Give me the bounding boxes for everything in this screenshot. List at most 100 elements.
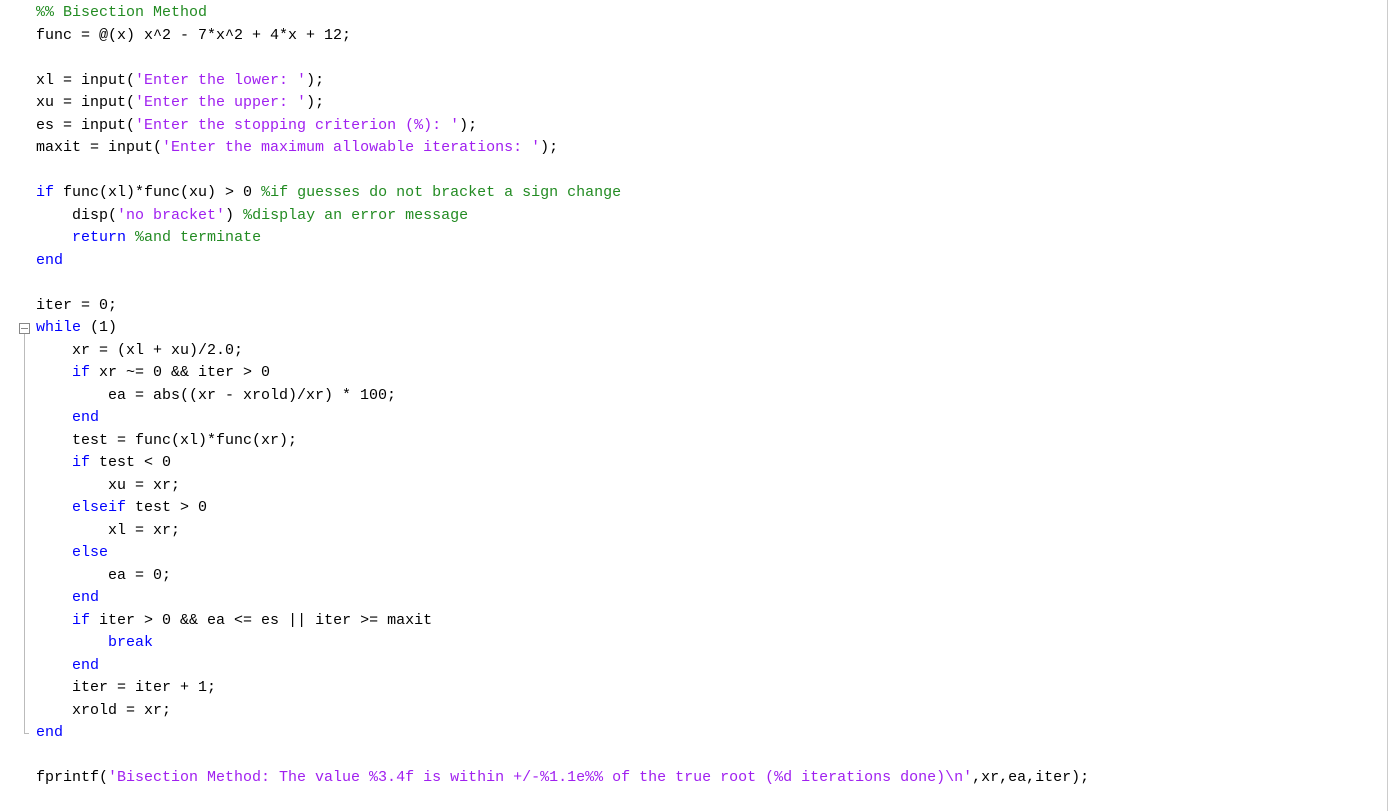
code-line[interactable]: xr = (xl + xu)/2.0;: [36, 340, 1387, 363]
code-token: [36, 589, 72, 606]
code-token: xrold = xr;: [36, 702, 171, 719]
code-token: ea = 0;: [36, 567, 171, 584]
code-token: es = input(: [36, 117, 135, 134]
code-editor[interactable]: %% Bisection Method func = @(x) x^2 - 7*x…: [32, 0, 1388, 811]
code-token: [36, 409, 72, 426]
code-line[interactable]: xu = input('Enter the upper: ');: [36, 92, 1387, 115]
code-line[interactable]: end: [36, 587, 1387, 610]
code-token: [36, 274, 45, 291]
code-token: [36, 747, 45, 764]
code-token: 'no bracket': [117, 207, 225, 224]
code-line[interactable]: [36, 745, 1387, 768]
fold-gutter: [0, 0, 32, 811]
code-token: xr ~= 0 && iter > 0: [90, 364, 270, 381]
code-line[interactable]: end: [36, 250, 1387, 273]
code-token: );: [306, 94, 324, 111]
code-line[interactable]: xl = input('Enter the lower: ');: [36, 70, 1387, 93]
code-line[interactable]: fprintf('Bisection Method: The value %3.…: [36, 767, 1387, 790]
code-line[interactable]: while (1): [36, 317, 1387, 340]
code-token: break: [108, 634, 153, 651]
code-token: end: [72, 657, 99, 674]
code-token: test = func(xl)*func(xr);: [36, 432, 297, 449]
code-line[interactable]: %% Bisection Method: [36, 2, 1387, 25]
code-token: [36, 162, 45, 179]
code-line[interactable]: end: [36, 722, 1387, 745]
code-token: iter > 0 && ea <= es || iter >= maxit: [90, 612, 432, 629]
code-token: fprintf(: [36, 769, 108, 786]
code-token: [36, 454, 72, 471]
code-token: ): [225, 207, 243, 224]
code-token: %display an error message: [243, 207, 468, 224]
code-line[interactable]: xrold = xr;: [36, 700, 1387, 723]
code-token: 'Enter the stopping criterion (%): ': [135, 117, 459, 134]
code-token: maxit = input(: [36, 139, 162, 156]
code-line[interactable]: ea = 0;: [36, 565, 1387, 588]
fold-end-tick: [24, 733, 29, 734]
code-token: return: [72, 229, 126, 246]
code-line[interactable]: [36, 272, 1387, 295]
code-line[interactable]: if func(xl)*func(xu) > 0 %if guesses do …: [36, 182, 1387, 205]
code-token: %% Bisection Method: [36, 4, 207, 21]
code-token: test < 0: [90, 454, 171, 471]
code-line[interactable]: [36, 160, 1387, 183]
code-token: if: [72, 612, 90, 629]
code-line[interactable]: if xr ~= 0 && iter > 0: [36, 362, 1387, 385]
code-token: func = @(x) x^2 - 7*x^2 + 4*x + 12;: [36, 27, 351, 44]
code-line[interactable]: return %and terminate: [36, 227, 1387, 250]
code-token: );: [306, 72, 324, 89]
fold-collapse-icon[interactable]: [19, 323, 30, 334]
code-line[interactable]: if test < 0: [36, 452, 1387, 475]
code-token: );: [540, 139, 558, 156]
code-line[interactable]: test = func(xl)*func(xr);: [36, 430, 1387, 453]
code-token: elseif: [72, 499, 126, 516]
code-token: [36, 364, 72, 381]
code-token: end: [36, 252, 63, 269]
code-line[interactable]: else: [36, 542, 1387, 565]
code-line[interactable]: [36, 47, 1387, 70]
code-token: end: [36, 724, 63, 741]
code-line[interactable]: iter = 0;: [36, 295, 1387, 318]
code-line[interactable]: iter = iter + 1;: [36, 677, 1387, 700]
code-token: func(xl)*func(xu) > 0: [54, 184, 261, 201]
code-line[interactable]: end: [36, 407, 1387, 430]
code-token: iter = iter + 1;: [36, 679, 216, 696]
code-token: test > 0: [126, 499, 207, 516]
code-token: [36, 634, 108, 651]
code-token: [36, 544, 72, 561]
code-token: ea = abs((xr - xrold)/xr) * 100;: [36, 387, 396, 404]
code-token: %if guesses do not bracket a sign change: [261, 184, 621, 201]
code-token: if: [72, 364, 90, 381]
code-token: [36, 49, 45, 66]
code-line[interactable]: maxit = input('Enter the maximum allowab…: [36, 137, 1387, 160]
code-line[interactable]: xu = xr;: [36, 475, 1387, 498]
code-token: end: [72, 409, 99, 426]
code-line[interactable]: break: [36, 632, 1387, 655]
code-line[interactable]: end: [36, 655, 1387, 678]
code-token: xu = xr;: [36, 477, 180, 494]
code-line[interactable]: elseif test > 0: [36, 497, 1387, 520]
code-token: %and terminate: [135, 229, 261, 246]
code-token: ,xr,ea,iter);: [972, 769, 1089, 786]
code-token: );: [459, 117, 477, 134]
code-line[interactable]: if iter > 0 && ea <= es || iter >= maxit: [36, 610, 1387, 633]
code-token: [36, 657, 72, 674]
code-token: else: [72, 544, 108, 561]
code-token: [36, 612, 72, 629]
code-token: [126, 229, 135, 246]
editor-container: %% Bisection Method func = @(x) x^2 - 7*x…: [0, 0, 1388, 811]
code-line[interactable]: func = @(x) x^2 - 7*x^2 + 4*x + 12;: [36, 25, 1387, 48]
code-line[interactable]: disp('no bracket') %display an error mes…: [36, 205, 1387, 228]
code-token: [36, 499, 72, 516]
fold-guide-line: [24, 334, 25, 734]
code-line[interactable]: es = input('Enter the stopping criterion…: [36, 115, 1387, 138]
code-line[interactable]: ea = abs((xr - xrold)/xr) * 100;: [36, 385, 1387, 408]
code-token: disp(: [36, 207, 117, 224]
code-token: xl = input(: [36, 72, 135, 89]
code-token: while: [36, 319, 81, 336]
code-token: 'Enter the maximum allowable iterations:…: [162, 139, 540, 156]
code-token: xu = input(: [36, 94, 135, 111]
code-token: xr = (xl + xu)/2.0;: [36, 342, 243, 359]
code-token: iter = 0;: [36, 297, 117, 314]
code-token: if: [36, 184, 54, 201]
code-line[interactable]: xl = xr;: [36, 520, 1387, 543]
